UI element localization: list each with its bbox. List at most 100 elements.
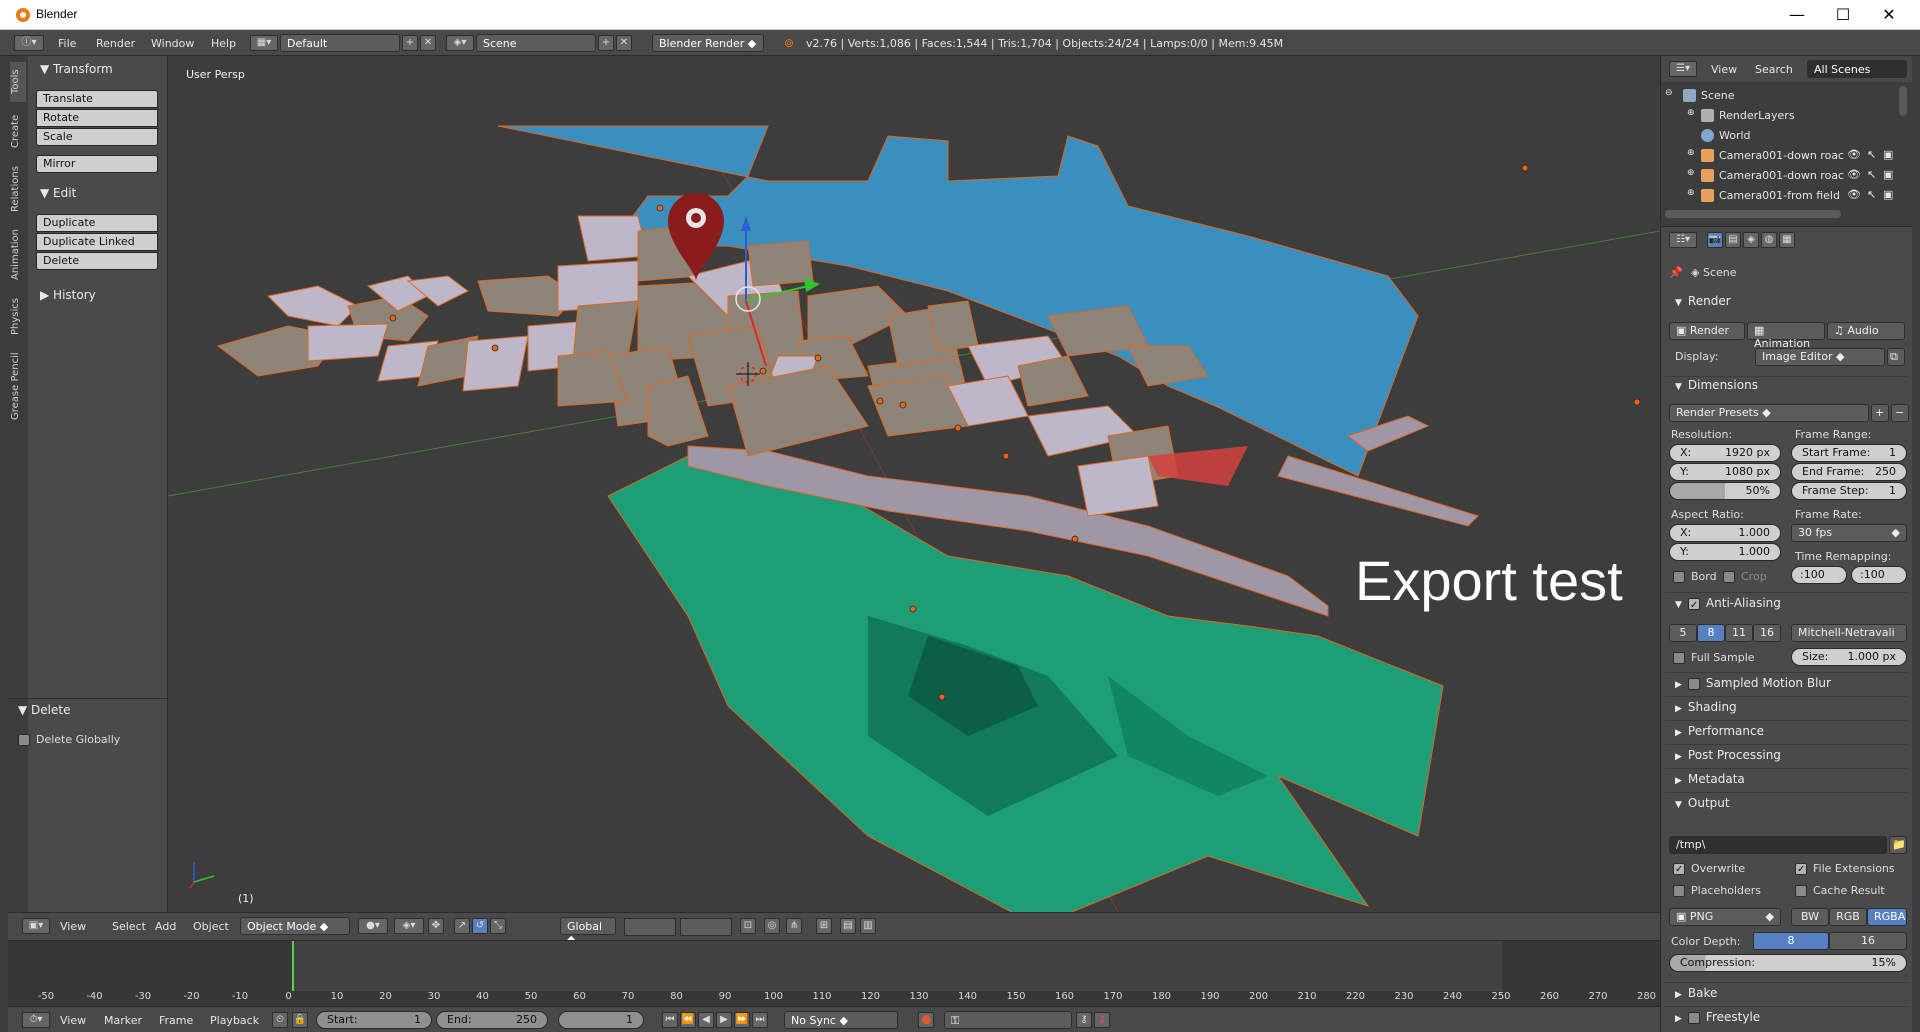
sync-mode-select[interactable]: No Sync ◆ [784,1011,898,1029]
display-window-icon[interactable]: ⧉ [1887,348,1905,366]
rotate-manipulator-icon[interactable]: ↺ [472,918,488,934]
translate-manipulator-icon[interactable]: ↗ [454,918,470,934]
object-mode-select[interactable]: Object Mode ◆ [240,917,350,935]
scale-manipulator-icon[interactable]: ⤡ [490,918,506,934]
aspect-x-field[interactable]: X: 1.000 [1669,524,1781,542]
layout-field[interactable]: Default [280,34,400,52]
outliner-item-renderlayers[interactable]: ⊕ RenderLayers [1661,106,1897,126]
outliner-vscrollbar[interactable] [1899,86,1907,116]
menu-add[interactable]: Add [155,920,176,933]
menu-help[interactable]: Help [211,37,236,50]
full-sample-checkbox[interactable]: Full Sample [1673,651,1755,664]
resolution-percentage-slider[interactable]: 50% [1669,482,1781,500]
border-checkbox[interactable]: Bord [1673,570,1717,583]
pin-icon[interactable]: 📌 [1669,266,1683,279]
viewport-editor-type-button[interactable]: ▣▾ [22,918,50,934]
remove-layout-icon[interactable]: ✕ [420,35,436,51]
start-frame-field[interactable]: Start: 1 [316,1011,432,1029]
opengl-anim-icon[interactable]: ▥ [860,918,876,934]
play-icon[interactable]: ▶ [716,1012,732,1028]
render-presets-select[interactable]: Render Presets ◆ [1669,404,1869,422]
world-tab-icon[interactable]: ◍ [1761,232,1777,248]
add-scene-icon[interactable]: + [598,35,614,51]
layers-group-2[interactable] [680,918,732,936]
transform-panel-header[interactable]: ▼ Transform [40,62,113,76]
jump-start-icon[interactable]: ⏮ [662,1012,678,1028]
tab-tools[interactable]: Tools [10,62,26,102]
aspect-y-field[interactable]: Y: 1.000 [1669,543,1781,561]
record-icon[interactable] [918,1012,934,1028]
aa-samples-5[interactable]: 5 [1669,624,1697,642]
tab-animation[interactable]: Animation [10,224,26,286]
anti-aliasing-panel-header[interactable]: ▼Anti-Aliasing [1675,596,1781,610]
mirror-button[interactable]: Mirror [36,155,158,173]
outliner-editor-type-button[interactable]: ☰▾ [1669,61,1697,77]
render-engine-select[interactable]: Blender Render ◆ [652,34,764,52]
audio-button[interactable]: ♫ Audio [1827,322,1905,340]
render-preview-icon[interactable]: ⊞ [816,918,832,934]
manipulator-toggle-icon[interactable]: ✥ [428,918,444,934]
resolution-x-field[interactable]: X: 1920 px [1669,444,1781,462]
delete-globally-checkbox[interactable]: Delete Globally [18,733,120,746]
overwrite-checkbox[interactable]: Overwrite [1673,862,1745,875]
render-button[interactable]: ▣ Render [1669,322,1745,340]
tab-create[interactable]: Create [10,108,26,154]
layout-icon[interactable]: ▦▾ [250,35,278,51]
freestyle-panel-header[interactable]: ▶ Freestyle [1675,1010,1760,1024]
menu-object[interactable]: Object [193,920,229,933]
outliner-menu-search[interactable]: Search [1755,63,1793,76]
animation-button[interactable]: ▦ Animation [1747,322,1825,350]
menu-file[interactable]: File [58,37,76,50]
time-remap-old-field[interactable]: :100 [1791,566,1847,584]
end-frame-field[interactable]: End: 250 [436,1011,548,1029]
maximize-button[interactable]: ☐ [1820,0,1866,30]
placeholders-checkbox[interactable]: Placeholders [1673,884,1761,897]
aa-size-field[interactable]: Size: 1.000 px [1791,648,1907,666]
output-path-field[interactable]: /tmp\ [1669,836,1887,854]
remove-preset-icon[interactable]: − [1891,404,1909,422]
delete-button[interactable]: Delete [36,252,158,270]
close-button[interactable]: ✕ [1866,0,1912,30]
timeline-editor[interactable]: -50 -40 -30 -20 -10 0 10 20 30 40 50 60 70 80 90 100 110… [8,940,1660,1006]
minimize-button[interactable]: — [1774,0,1820,30]
add-preset-icon[interactable]: + [1871,404,1889,422]
operator-panel-header[interactable]: ▼ Delete [18,703,70,717]
lock-range-icon[interactable]: 🔒 [292,1012,308,1028]
insert-keyframe-icon[interactable]: ⚷ [1076,1012,1092,1028]
tab-relations[interactable]: Relations [10,160,26,218]
scale-button[interactable]: Scale [36,128,158,146]
display-select[interactable]: Image Editor ◆ [1755,348,1885,366]
compression-slider[interactable]: Compression: 15% [1669,954,1907,972]
opengl-render-icon[interactable]: ▤ [840,918,856,934]
proportional-edit-icon[interactable]: ◎ [764,918,780,934]
preview-range-icon[interactable]: ⏲ [272,1012,288,1028]
frame-step-field[interactable]: Frame Step: 1 [1791,482,1907,500]
menu-render[interactable]: Render [96,37,135,50]
performance-panel-header[interactable]: ▶ Performance [1675,724,1764,738]
history-panel-header[interactable]: ▶ History [40,288,96,302]
layer-lock-icon[interactable]: ⊡ [740,918,756,934]
frame-rate-select[interactable]: 30 fps ◆ [1791,524,1907,542]
play-reverse-icon[interactable]: ◀ [698,1012,714,1028]
aa-samples-11[interactable]: 11 [1725,624,1753,642]
time-remap-new-field[interactable]: :100 [1851,566,1907,584]
add-layout-icon[interactable]: + [402,35,418,51]
snap-icon[interactable]: ⋔ [786,918,802,934]
keying-set-field[interactable]: ⚿ [944,1011,1072,1029]
start-frame-prop-field[interactable]: Start Frame: 1 [1791,444,1907,462]
duplicate-linked-button[interactable]: Duplicate Linked [36,233,158,251]
cache-result-checkbox[interactable]: Cache Result [1795,884,1885,897]
timeline-menu-view[interactable]: View [60,1014,86,1027]
current-frame-marker[interactable] [292,941,294,991]
color-mode-bw[interactable]: BW [1791,908,1829,926]
bake-panel-header[interactable]: ▶ Bake [1675,986,1717,1000]
jump-end-icon[interactable]: ⏭ [752,1012,768,1028]
render-tab-icon[interactable]: 📷 [1707,232,1723,248]
layers-group-1[interactable] [624,918,676,936]
viewport-shading-icon[interactable]: ●▾ [358,918,388,934]
info-editor-type-button[interactable]: ⓘ▾ [14,35,44,51]
menu-view[interactable]: View [60,920,86,933]
menu-window[interactable]: Window [151,37,194,50]
aa-samples-8[interactable]: 8 [1697,624,1725,642]
tab-grease-pencil[interactable]: Grease Pencil [10,348,26,424]
